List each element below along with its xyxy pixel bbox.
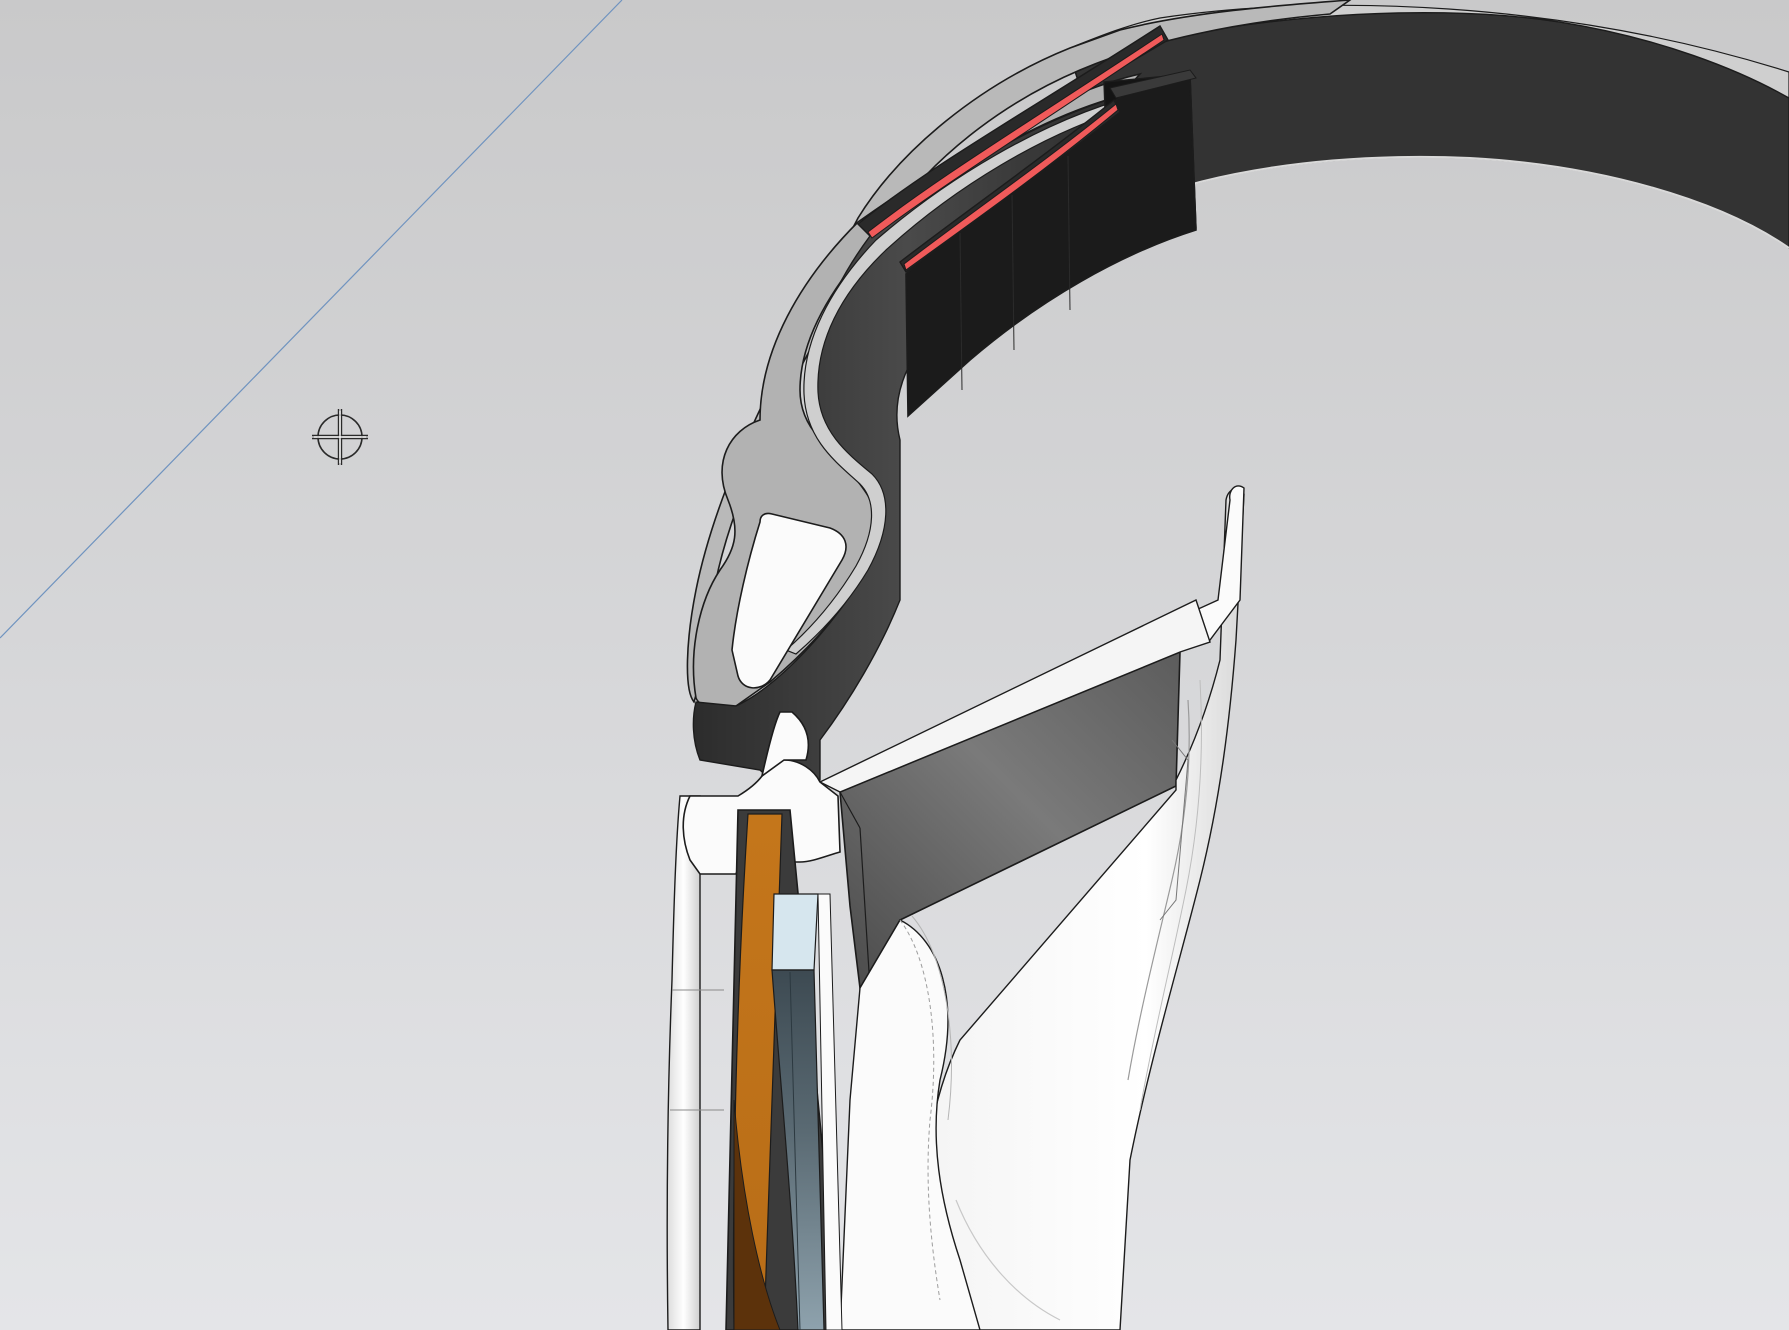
cad-viewport[interactable]: [0, 0, 1789, 1330]
glass-light-layer: [771, 893, 819, 971]
model-canvas[interactable]: [0, 0, 1789, 1330]
